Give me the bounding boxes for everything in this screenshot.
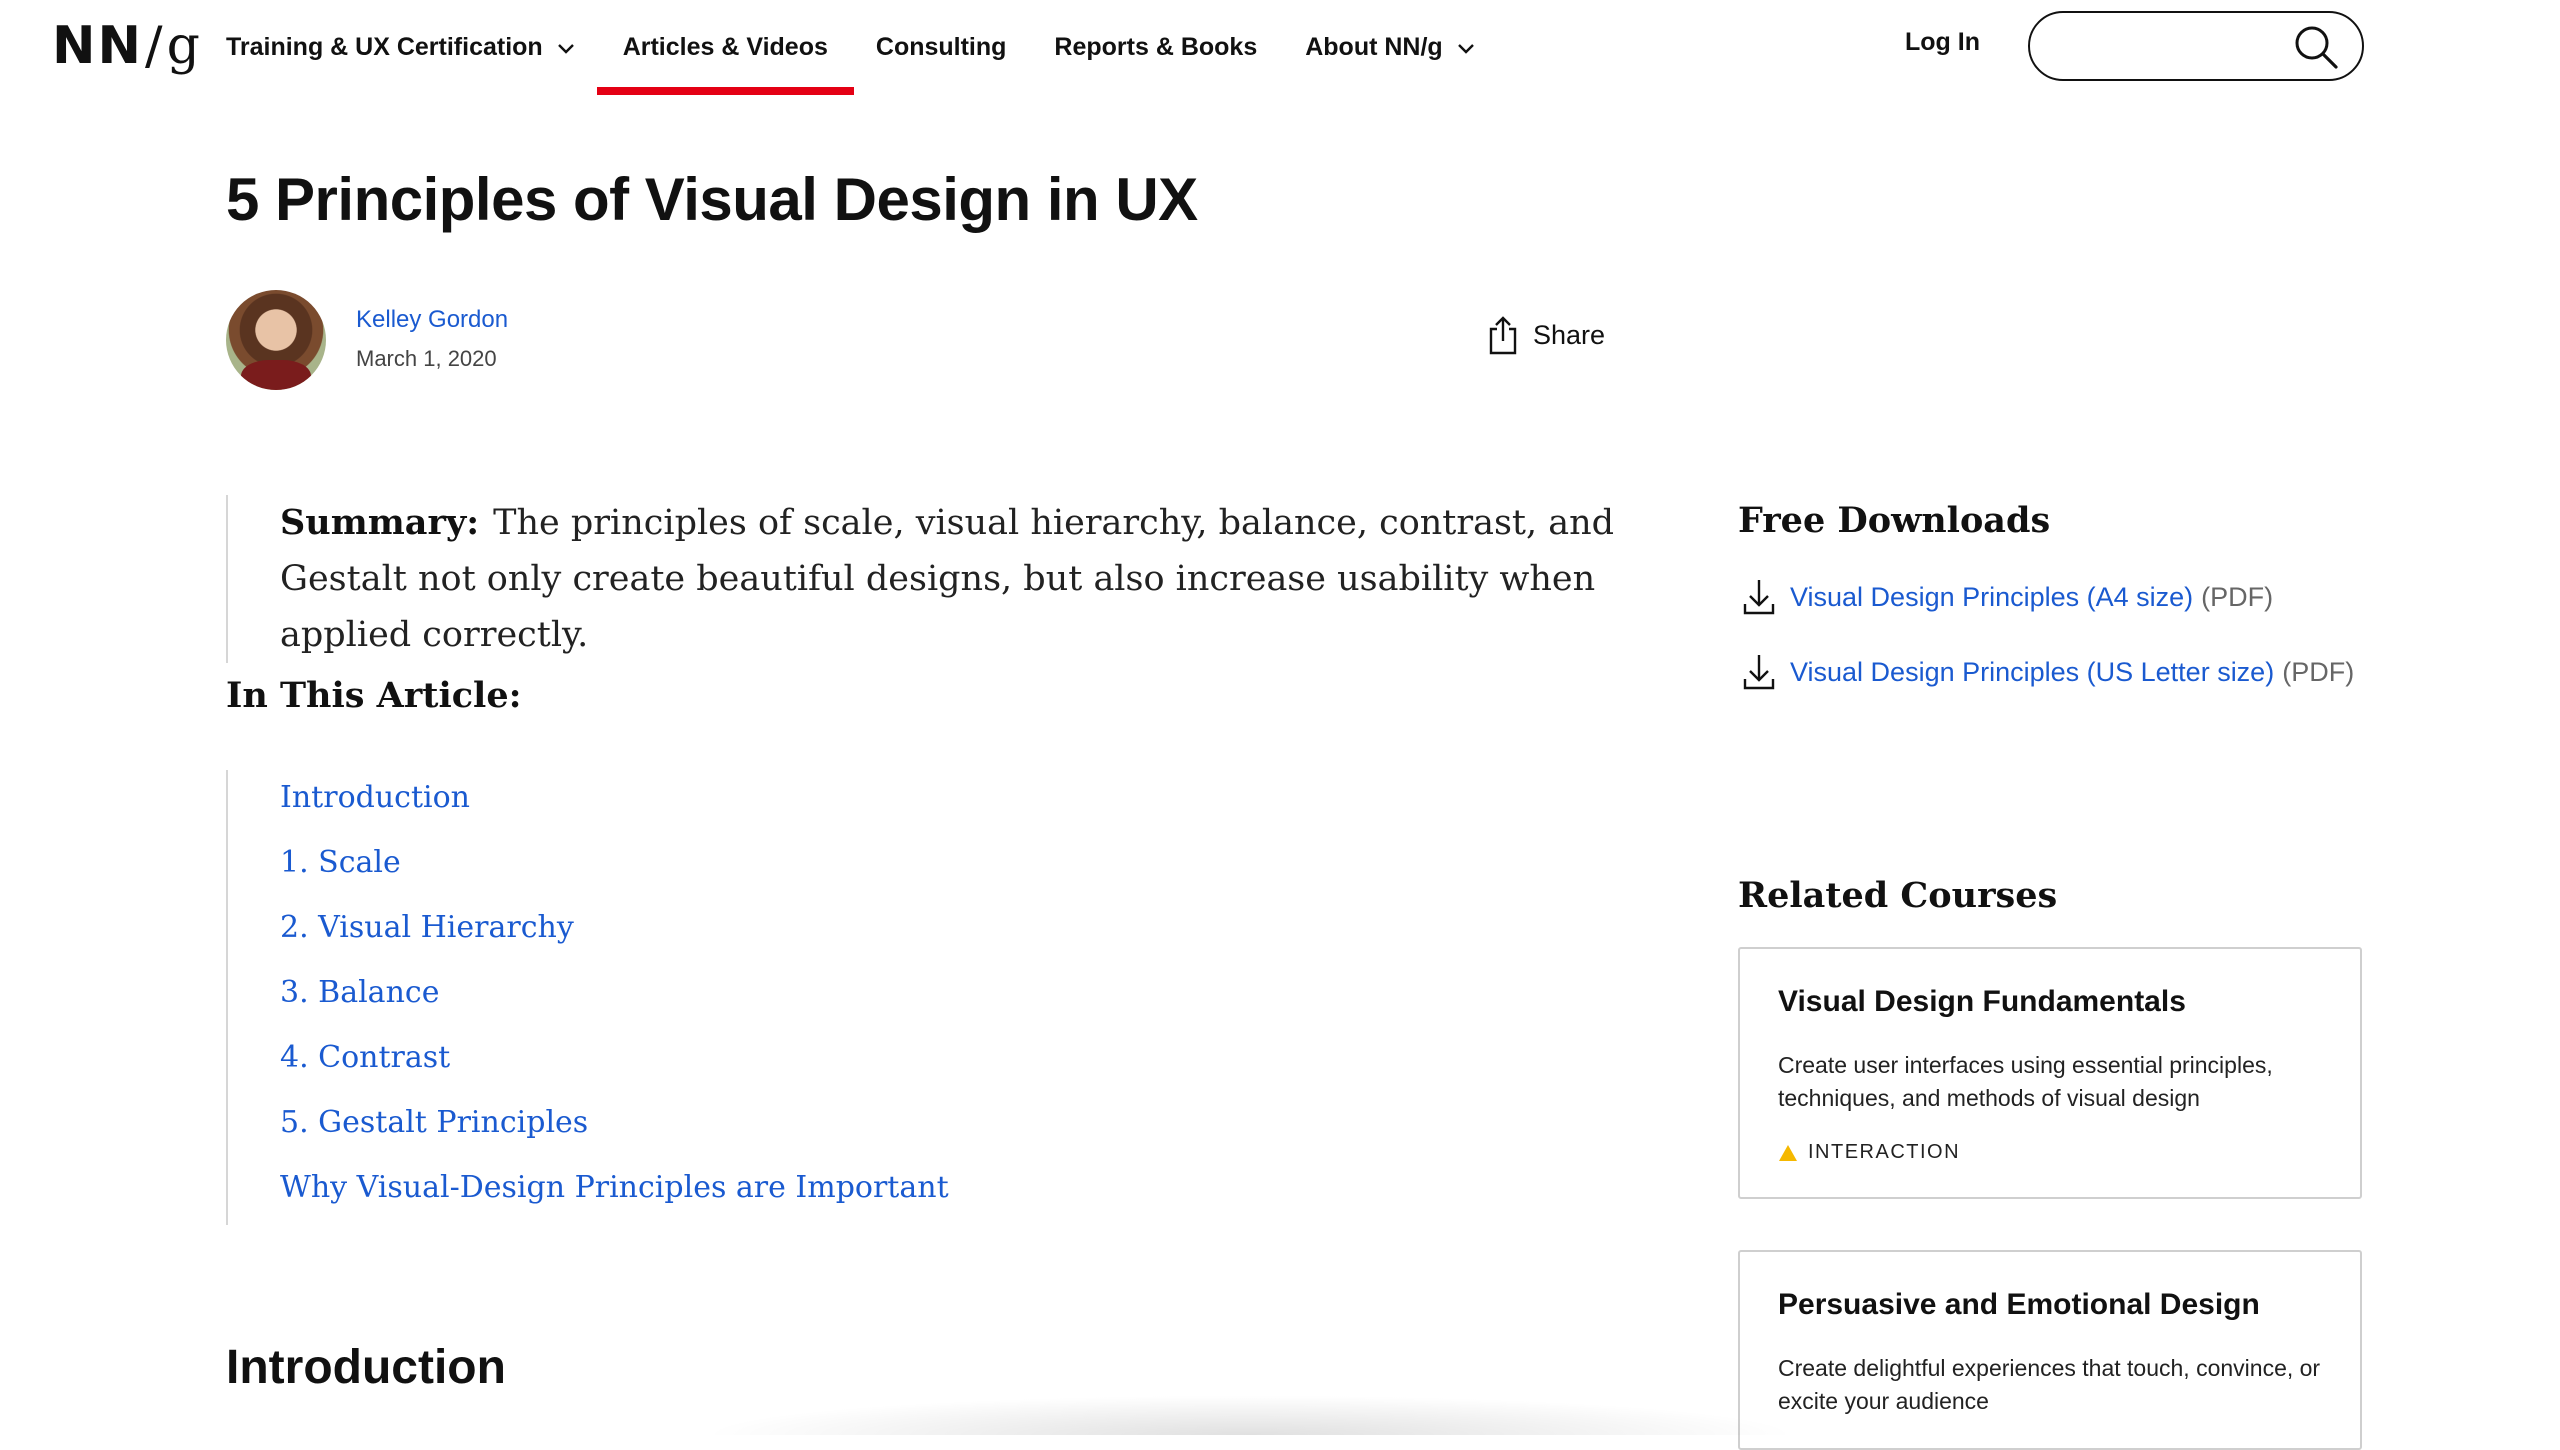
nav-consulting[interactable]: Consulting — [852, 0, 1031, 95]
article-title: 5 Principles of Visual Design in UX — [226, 166, 1198, 233]
warning-triangle-icon — [1779, 1144, 1797, 1161]
course-title[interactable]: Persuasive and Emotional Design — [1778, 1288, 2322, 1322]
course-card[interactable]: Visual Design Fundamentals Create user i… — [1738, 947, 2362, 1199]
toc-link-visual-hierarchy[interactable]: 2. Visual Hierarchy — [280, 900, 1026, 965]
login-link[interactable]: Log In — [1905, 28, 1980, 57]
download-icon — [1743, 580, 1775, 615]
nav-about-nng[interactable]: About NN/g — [1281, 0, 1498, 95]
course-title[interactable]: Visual Design Fundamentals — [1778, 985, 2322, 1019]
download-us-letter-link[interactable]: Visual Design Principles (US Letter size… — [1742, 653, 2354, 691]
related-courses-heading: Related Courses — [1738, 875, 2058, 916]
toc-link-scale[interactable]: 1. Scale — [280, 835, 1026, 900]
chevron-down-icon — [1457, 43, 1474, 54]
download-a4-link[interactable]: Visual Design Principles (A4 size) (PDF) — [1742, 578, 2273, 616]
nav-articles-videos[interactable]: Articles & Videos — [596, 0, 855, 95]
author-avatar[interactable] — [226, 290, 326, 390]
summary-label: Summary: — [280, 502, 480, 543]
main-nav: Training & UX Certification Articles & V… — [226, 0, 1499, 95]
publish-date: March 1, 2020 — [356, 346, 497, 371]
toc-link-balance[interactable]: 3. Balance — [280, 965, 1026, 1030]
summary-text: The principles of scale, visual hierarch… — [280, 503, 1615, 655]
course-description: Create delightful experiences that touch… — [1778, 1355, 2321, 1414]
site-header: NN / g Training & UX Certification Article… — [0, 0, 2560, 95]
search-input[interactable] — [2054, 27, 2284, 67]
download-icon — [1743, 655, 1775, 690]
toc-link-why-important[interactable]: Why Visual-Design Principles are Importa… — [280, 1160, 1026, 1225]
toc-link-introduction[interactable]: Introduction — [280, 770, 1026, 835]
free-downloads-heading: Free Downloads — [1738, 500, 2051, 541]
article-summary: Summary: The principles of scale, visual … — [226, 495, 1626, 663]
course-description: Create user interfaces using essential p… — [1778, 1052, 2273, 1111]
share-icon — [1489, 316, 1517, 355]
search-box[interactable] — [2028, 11, 2364, 81]
nav-reports-books[interactable]: Reports & Books — [1030, 0, 1281, 95]
chevron-down-icon — [557, 43, 574, 54]
toc-link-gestalt-principles[interactable]: 5. Gestalt Principles — [280, 1095, 1026, 1160]
toc-heading: In This Article: — [226, 675, 522, 716]
author-link[interactable]: Kelley Gordon — [356, 306, 508, 334]
section-heading-introduction: Introduction — [226, 1341, 506, 1394]
avatar-shirt — [241, 360, 311, 390]
nav-training-certification[interactable]: Training & UX Certification — [226, 0, 599, 95]
share-button[interactable]: Share — [1487, 315, 1605, 355]
nng-logo[interactable]: NN / g — [52, 12, 202, 80]
table-of-contents: Introduction 1. Scale 2. Visual Hierarch… — [226, 770, 1026, 1225]
toc-link-contrast[interactable]: 4. Contrast — [280, 1030, 1026, 1095]
search-icon[interactable] — [2292, 23, 2340, 71]
course-card[interactable]: Persuasive and Emotional Design Create d… — [1738, 1250, 2362, 1450]
scroll-shadow — [700, 1395, 1800, 1435]
course-tag: INTERACTION — [1778, 1141, 2322, 1164]
